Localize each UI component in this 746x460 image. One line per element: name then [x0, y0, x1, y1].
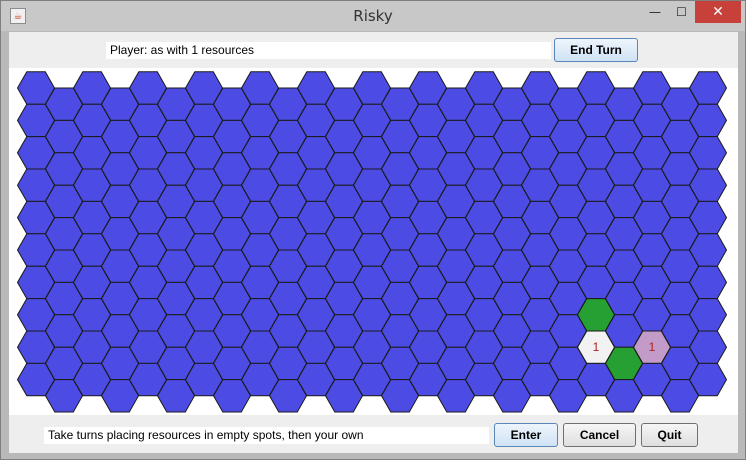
maximize-button[interactable]: ☐	[668, 1, 695, 23]
hex-grid[interactable]: 11	[9, 68, 738, 415]
enter-button[interactable]: Enter	[494, 423, 558, 447]
quit-button[interactable]: Quit	[641, 423, 698, 447]
message-field[interactable]: Take turns placing resources in empty sp…	[44, 427, 489, 444]
client-area: Player: as with 1 resources End Turn 11 …	[9, 32, 738, 453]
player-status-field[interactable]: Player: as with 1 resources	[106, 42, 551, 59]
window-title: Risky	[353, 7, 393, 25]
top-panel: Player: as with 1 resources End Turn	[9, 32, 738, 67]
end-turn-button[interactable]: End Turn	[554, 38, 638, 62]
app-window: ☕ Risky — ☐ ✕ Player: as with 1 resource…	[0, 0, 746, 460]
title-bar[interactable]: ☕ Risky — ☐ ✕	[1, 1, 745, 31]
minimize-button[interactable]: —	[642, 1, 668, 23]
cancel-button[interactable]: Cancel	[563, 423, 636, 447]
hex-resource-count: 1	[649, 340, 656, 354]
close-button[interactable]: ✕	[695, 1, 741, 23]
bottom-panel: Take turns placing resources in empty sp…	[9, 415, 738, 453]
hex-board[interactable]: 11	[9, 68, 738, 415]
hex-resource-count: 1	[593, 340, 600, 354]
